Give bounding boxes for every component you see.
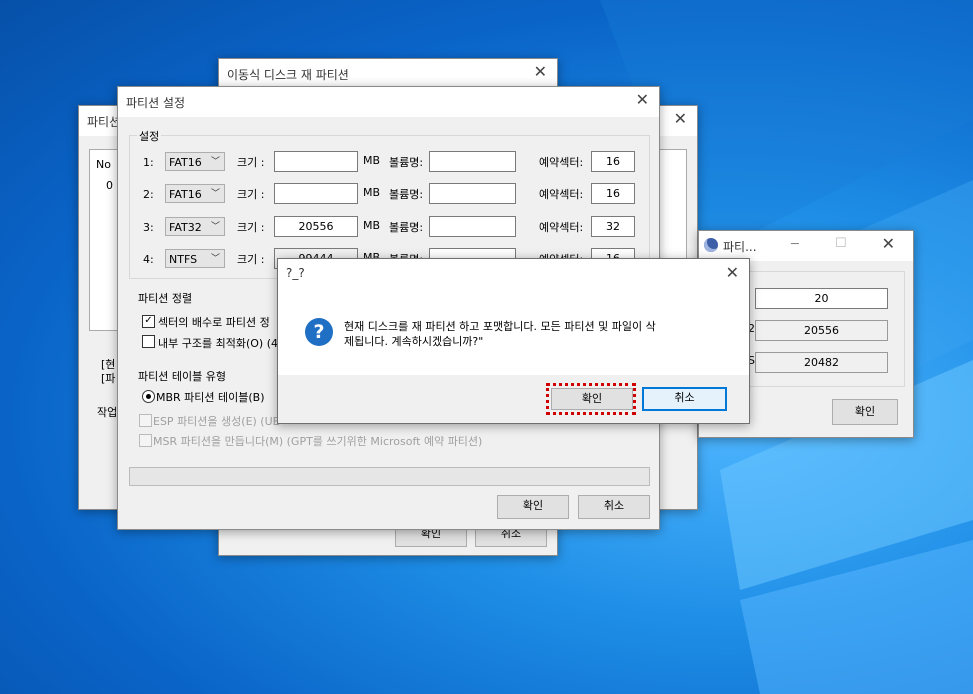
row-number: 1: — [143, 156, 154, 169]
align-internal-label: 내부 구조를 최적화(O) (4 — [158, 337, 278, 350]
size-label: 크기 : — [237, 156, 265, 169]
volume-input[interactable] — [429, 183, 516, 204]
reserved-label: 예약섹터: — [539, 156, 584, 169]
dialog-message: 제됩니다. 계속하시겠습니까?" — [344, 335, 484, 348]
ok-button[interactable]: 확인 — [832, 399, 898, 425]
align-internal-checkbox[interactable] — [142, 335, 155, 348]
close-icon[interactable]: ✕ — [636, 90, 649, 109]
size-label: 크기 : — [237, 188, 265, 201]
close-icon[interactable]: ✕ — [674, 109, 687, 128]
row-number: 4: — [143, 253, 154, 266]
reserved-label: 예약섹터: — [539, 221, 584, 234]
row-number: 2: — [143, 188, 154, 201]
size-input[interactable] — [274, 151, 358, 172]
msr-label: MSR 파티션을 만듭니다(M) (GPT를 쓰기위한 Microsoft 예약… — [153, 435, 483, 448]
reserved-label: 예약섹터: — [539, 188, 584, 201]
group-title: 설정 — [137, 128, 162, 144]
cancel-button[interactable]: 취소 — [578, 495, 650, 519]
disk-icon — [704, 238, 718, 252]
reserved-input[interactable]: 16 — [591, 183, 635, 204]
value-field: 20482 — [755, 352, 888, 373]
volume-label: 볼륨명: — [389, 156, 424, 169]
value-field: 20556 — [755, 320, 888, 341]
window-title: 파티... — [723, 240, 757, 254]
close-icon[interactable]: ✕ — [726, 263, 739, 282]
size-input[interactable]: 20556 — [274, 216, 358, 237]
window-title: 파티션 설정 — [126, 96, 186, 110]
group-title: 파티션 정렬 — [138, 292, 193, 305]
mbr-radio[interactable] — [142, 390, 155, 403]
dialog-title: ?_? — [286, 266, 305, 280]
filesystem-select[interactable]: FAT16 ﹀ — [165, 184, 225, 203]
esp-checkbox[interactable] — [139, 414, 152, 427]
list-item: 0 — [106, 179, 113, 192]
info-line: [파 — [101, 372, 116, 385]
volume-label: 볼륨명: — [389, 188, 424, 201]
filesystem-select[interactable]: FAT32 ﹀ — [165, 217, 225, 236]
mbr-label: MBR 파티션 테이블(B) — [156, 391, 265, 404]
question-icon: ? — [305, 318, 333, 346]
volume-label: 볼륨명: — [389, 221, 424, 234]
maximize-icon[interactable]: ☐ — [835, 236, 847, 251]
chevron-down-icon: ﹀ — [210, 157, 220, 167]
size-input[interactable] — [274, 183, 358, 204]
reserved-input[interactable]: 16 — [591, 151, 635, 172]
chevron-down-icon: ﹀ — [210, 189, 220, 199]
chevron-down-icon: ﹀ — [210, 222, 220, 232]
mb-label: MB — [363, 186, 381, 199]
progress-bar — [129, 467, 650, 486]
row-number: 3: — [143, 221, 154, 234]
confirm-dialog: ?_? ✕ ? 현재 디스크를 재 파티션 하고 포맷합니다. 모든 파티션 및… — [277, 258, 750, 424]
list-header-no: No — [96, 158, 111, 171]
cancel-button[interactable]: 취소 — [642, 387, 727, 411]
msr-checkbox[interactable] — [139, 434, 152, 447]
task-group-label: 작업 — [97, 406, 118, 419]
mb-label: MB — [363, 219, 381, 232]
window-title: 파티션 — [87, 115, 121, 129]
window-title: 이동식 디스크 재 파티션 — [227, 68, 349, 82]
size-label: 크기 : — [237, 221, 265, 234]
group-title: 파티션 테이블 유형 — [138, 370, 226, 383]
chevron-down-icon: ﹀ — [210, 254, 220, 264]
size-label: 크기 : — [237, 253, 265, 266]
close-icon[interactable]: ✕ — [882, 234, 895, 253]
reserved-input[interactable]: 32 — [591, 216, 635, 237]
volume-input[interactable] — [429, 216, 516, 237]
value-field[interactable]: 20 — [755, 288, 888, 309]
close-icon[interactable]: ✕ — [534, 62, 547, 81]
align-sector-label: 섹터의 배수로 파티션 정 — [158, 316, 270, 329]
ok-button[interactable]: 확인 — [497, 495, 569, 519]
filesystem-select[interactable]: NTFS ﹀ — [165, 249, 225, 268]
ok-button[interactable]: 확인 — [551, 388, 633, 410]
volume-input[interactable] — [429, 151, 516, 172]
esp-label: ESP 파티션을 생성(E) (UE — [153, 415, 280, 428]
mb-label: MB — [363, 154, 381, 167]
align-sector-checkbox[interactable]: ✓ — [142, 315, 155, 328]
filesystem-select[interactable]: FAT16 ﹀ — [165, 152, 225, 171]
dialog-message: 현재 디스크를 재 파티션 하고 포맷합니다. 모든 파티션 및 파일이 삭 — [344, 320, 656, 333]
minimize-icon[interactable]: ─ — [791, 237, 799, 252]
